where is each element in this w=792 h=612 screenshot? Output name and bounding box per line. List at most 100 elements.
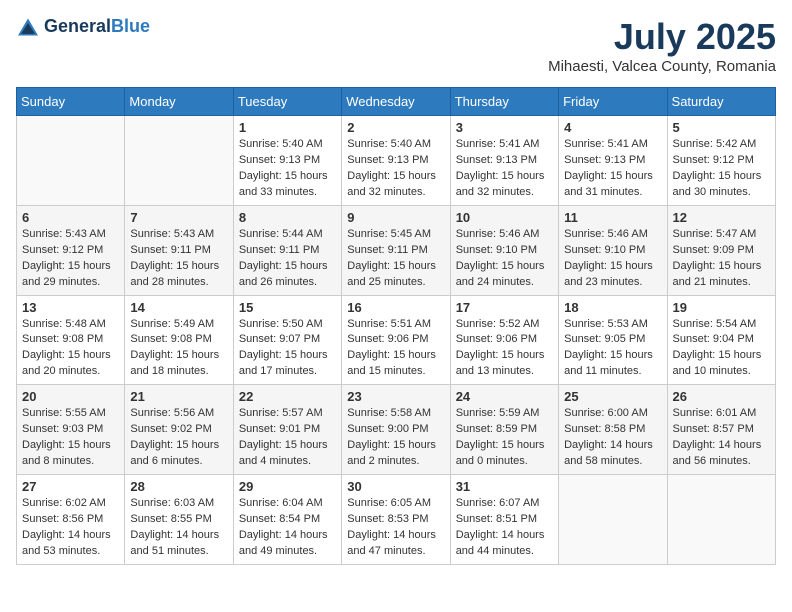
day-info: Sunrise: 5:56 AMSunset: 9:02 PMDaylight:… [130, 406, 227, 470]
day-info: Sunrise: 5:40 AMSunset: 9:13 PMDaylight:… [347, 137, 444, 201]
day-number: 15 [239, 300, 336, 315]
calendar-cell: 28 Sunrise: 6:03 AMSunset: 8:55 PMDayligh… [125, 475, 233, 565]
calendar-cell: 12 Sunrise: 5:47 AMSunset: 9:09 PMDayligh… [667, 205, 775, 295]
calendar-cell: 20Sunrise: 5:55 AMSunset: 9:03 PMDayligh… [17, 385, 125, 475]
calendar-cell: 21 Sunrise: 5:56 AMSunset: 9:02 PMDayligh… [125, 385, 233, 475]
weekday-header-friday: Friday [559, 88, 667, 116]
day-number: 14 [130, 300, 227, 315]
calendar-cell: 2Sunrise: 5:40 AMSunset: 9:13 PMDaylight… [342, 116, 450, 206]
calendar-cell: 10 Sunrise: 5:46 AMSunset: 9:10 PMDayligh… [450, 205, 558, 295]
weekday-header-monday: Monday [125, 88, 233, 116]
day-number: 31 [456, 479, 553, 494]
logo-text: GeneralBlue [44, 16, 150, 37]
day-info: Sunrise: 5:54 AMSunset: 9:04 PMDaylight:… [673, 317, 770, 381]
day-number: 23 [347, 389, 444, 404]
day-info: Sunrise: 6:00 AMSunset: 8:58 PMDaylight:… [564, 406, 661, 470]
day-info: Sunrise: 5:59 AMSunset: 8:59 PMDaylight:… [456, 406, 553, 470]
day-number: 19 [673, 300, 770, 315]
weekday-header-thursday: Thursday [450, 88, 558, 116]
calendar-week-1: 1Sunrise: 5:40 AMSunset: 9:13 PMDaylight… [17, 116, 776, 206]
weekday-header-tuesday: Tuesday [233, 88, 341, 116]
day-number: 5 [673, 120, 770, 135]
day-info: Sunrise: 5:48 AMSunset: 9:08 PMDaylight:… [22, 317, 119, 381]
page-header: GeneralBlue July 2025 Mihaesti, Valcea C… [16, 16, 776, 75]
weekday-header-sunday: Sunday [17, 88, 125, 116]
calendar-cell: 27Sunrise: 6:02 AMSunset: 8:56 PMDayligh… [17, 475, 125, 565]
day-number: 21 [130, 389, 227, 404]
day-info: Sunrise: 6:07 AMSunset: 8:51 PMDaylight:… [456, 496, 553, 560]
day-info: Sunrise: 5:45 AMSunset: 9:11 PMDaylight:… [347, 227, 444, 291]
day-info: Sunrise: 5:57 AMSunset: 9:01 PMDaylight:… [239, 406, 336, 470]
day-info: Sunrise: 5:43 AMSunset: 9:12 PMDaylight:… [22, 227, 119, 291]
day-info: Sunrise: 6:04 AMSunset: 8:54 PMDaylight:… [239, 496, 336, 560]
day-info: Sunrise: 5:49 AMSunset: 9:08 PMDaylight:… [130, 317, 227, 381]
day-info: Sunrise: 5:46 AMSunset: 9:10 PMDaylight:… [564, 227, 661, 291]
calendar-cell [17, 116, 125, 206]
day-number: 11 [564, 210, 661, 225]
logo-general: General [44, 16, 111, 36]
logo-icon [16, 17, 40, 37]
calendar-cell: 24Sunrise: 5:59 AMSunset: 8:59 PMDayligh… [450, 385, 558, 475]
calendar-cell: 17Sunrise: 5:52 AMSunset: 9:06 PMDayligh… [450, 295, 558, 385]
calendar-cell: 15 Sunrise: 5:50 AMSunset: 9:07 PMDayligh… [233, 295, 341, 385]
day-number: 18 [564, 300, 661, 315]
calendar-cell: 16Sunrise: 5:51 AMSunset: 9:06 PMDayligh… [342, 295, 450, 385]
calendar-week-4: 20Sunrise: 5:55 AMSunset: 9:03 PMDayligh… [17, 385, 776, 475]
calendar-cell: 19 Sunrise: 5:54 AMSunset: 9:04 PMDayligh… [667, 295, 775, 385]
calendar-cell: 7 Sunrise: 5:43 AMSunset: 9:11 PMDaylight… [125, 205, 233, 295]
day-number: 6 [22, 210, 119, 225]
calendar-cell: 8 Sunrise: 5:44 AMSunset: 9:11 PMDaylight… [233, 205, 341, 295]
day-info: Sunrise: 5:55 AMSunset: 9:03 PMDaylight:… [22, 406, 119, 470]
day-info: Sunrise: 5:50 AMSunset: 9:07 PMDaylight:… [239, 317, 336, 381]
calendar-cell [559, 475, 667, 565]
calendar-cell: 31 Sunrise: 6:07 AMSunset: 8:51 PMDayligh… [450, 475, 558, 565]
title-block: July 2025 Mihaesti, Valcea County, Roman… [548, 16, 776, 75]
day-number: 7 [130, 210, 227, 225]
calendar-week-2: 6 Sunrise: 5:43 AMSunset: 9:12 PMDaylight… [17, 205, 776, 295]
month-year: July 2025 [548, 16, 776, 58]
day-number: 25 [564, 389, 661, 404]
day-info: Sunrise: 5:40 AMSunset: 9:13 PMDaylight:… [239, 137, 336, 201]
day-info: Sunrise: 5:41 AMSunset: 9:13 PMDaylight:… [564, 137, 661, 201]
calendar-cell: 26 Sunrise: 6:01 AMSunset: 8:57 PMDayligh… [667, 385, 775, 475]
day-number: 27 [22, 479, 119, 494]
day-info: Sunrise: 6:01 AMSunset: 8:57 PMDaylight:… [673, 406, 770, 470]
day-info: Sunrise: 5:44 AMSunset: 9:11 PMDaylight:… [239, 227, 336, 291]
weekday-header-wednesday: Wednesday [342, 88, 450, 116]
calendar-week-3: 13 Sunrise: 5:48 AMSunset: 9:08 PMDayligh… [17, 295, 776, 385]
weekday-header-row: SundayMondayTuesdayWednesdayThursdayFrid… [17, 88, 776, 116]
calendar-cell: 6 Sunrise: 5:43 AMSunset: 9:12 PMDaylight… [17, 205, 125, 295]
day-number: 9 [347, 210, 444, 225]
weekday-header-saturday: Saturday [667, 88, 775, 116]
calendar-week-5: 27Sunrise: 6:02 AMSunset: 8:56 PMDayligh… [17, 475, 776, 565]
day-info: Sunrise: 6:03 AMSunset: 8:55 PMDaylight:… [130, 496, 227, 560]
calendar-cell: 9 Sunrise: 5:45 AMSunset: 9:11 PMDaylight… [342, 205, 450, 295]
calendar-table: SundayMondayTuesdayWednesdayThursdayFrid… [16, 87, 776, 565]
day-number: 28 [130, 479, 227, 494]
calendar-cell: 25 Sunrise: 6:00 AMSunset: 8:58 PMDayligh… [559, 385, 667, 475]
day-number: 30 [347, 479, 444, 494]
calendar-cell: 13 Sunrise: 5:48 AMSunset: 9:08 PMDayligh… [17, 295, 125, 385]
day-number: 10 [456, 210, 553, 225]
calendar-cell: 4Sunrise: 5:41 AMSunset: 9:13 PMDaylight… [559, 116, 667, 206]
calendar-cell: 18Sunrise: 5:53 AMSunset: 9:05 PMDayligh… [559, 295, 667, 385]
calendar-cell [125, 116, 233, 206]
day-info: Sunrise: 5:43 AMSunset: 9:11 PMDaylight:… [130, 227, 227, 291]
calendar-cell: 30 Sunrise: 6:05 AMSunset: 8:53 PMDayligh… [342, 475, 450, 565]
calendar-cell: 1Sunrise: 5:40 AMSunset: 9:13 PMDaylight… [233, 116, 341, 206]
day-info: Sunrise: 5:46 AMSunset: 9:10 PMDaylight:… [456, 227, 553, 291]
day-number: 26 [673, 389, 770, 404]
calendar-cell [667, 475, 775, 565]
calendar-cell: 14 Sunrise: 5:49 AMSunset: 9:08 PMDayligh… [125, 295, 233, 385]
day-info: Sunrise: 6:05 AMSunset: 8:53 PMDaylight:… [347, 496, 444, 560]
day-info: Sunrise: 5:47 AMSunset: 9:09 PMDaylight:… [673, 227, 770, 291]
logo-blue: Blue [111, 16, 150, 36]
calendar-cell: 23Sunrise: 5:58 AMSunset: 9:00 PMDayligh… [342, 385, 450, 475]
day-info: Sunrise: 5:41 AMSunset: 9:13 PMDaylight:… [456, 137, 553, 201]
day-number: 12 [673, 210, 770, 225]
calendar-cell: 3Sunrise: 5:41 AMSunset: 9:13 PMDaylight… [450, 116, 558, 206]
day-info: Sunrise: 5:42 AMSunset: 9:12 PMDaylight:… [673, 137, 770, 201]
day-number: 8 [239, 210, 336, 225]
day-number: 13 [22, 300, 119, 315]
calendar-cell: 29Sunrise: 6:04 AMSunset: 8:54 PMDayligh… [233, 475, 341, 565]
